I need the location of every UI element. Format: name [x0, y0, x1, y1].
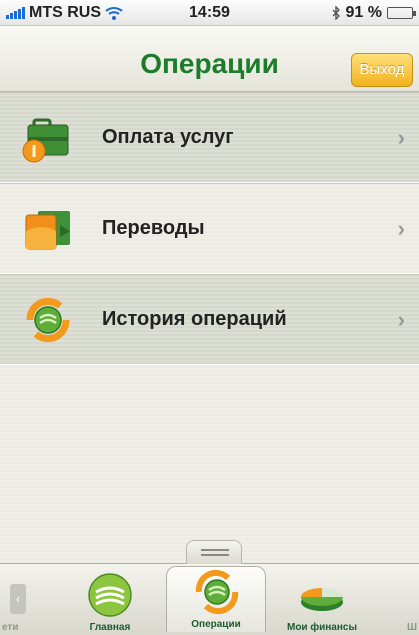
battery-percent: 91 %: [345, 4, 382, 21]
list-item-transfers[interactable]: Переводы ›: [0, 183, 419, 274]
tab-home[interactable]: Главная: [60, 570, 160, 635]
list-item-history[interactable]: История операций ›: [0, 274, 419, 365]
tab-my-finances[interactable]: Мои финансы: [272, 570, 372, 635]
tab-label: Главная: [89, 622, 131, 633]
list-item-label: Оплата услуг: [102, 126, 234, 148]
operations-list: Оплата услуг › Переводы › История операц…: [0, 92, 419, 365]
list-item-label: Переводы: [102, 217, 205, 239]
tab-operations[interactable]: Операции: [166, 566, 266, 632]
briefcase-icon: [22, 118, 69, 163]
tab-bar: ‹ ети Главная Операции Мои финансы Ш: [0, 563, 419, 635]
bluetooth-icon: [332, 6, 340, 20]
operations-cycle-icon: [195, 569, 239, 615]
tab-partial-right-label: Ш: [406, 622, 417, 633]
tab-partial-left-label: ети: [2, 622, 19, 633]
tabbar-drag-handle[interactable]: [186, 540, 242, 564]
chevron-right-icon: ›: [397, 306, 405, 332]
list-item-label: История операций: [102, 308, 287, 330]
chevron-right-icon: ›: [397, 124, 405, 150]
scroll-left-icon[interactable]: ‹: [10, 584, 26, 614]
battery-icon: [387, 7, 416, 19]
status-right: 91 %: [331, 4, 416, 22]
folder-transfer-icon: [25, 211, 70, 250]
tab-label: Мои финансы: [286, 622, 357, 633]
pie-chart-icon: [301, 588, 343, 611]
exit-button[interactable]: Выход: [351, 53, 413, 87]
sberbank-logo-icon: [88, 573, 132, 617]
empty-area: [0, 368, 419, 568]
history-cycle-icon: [26, 297, 70, 343]
status-bar: MTS RUS 14:59 91 %: [0, 0, 419, 26]
tab-label: Операции: [191, 619, 241, 630]
list-item-payments[interactable]: Оплата услуг ›: [0, 92, 419, 183]
chevron-right-icon: ›: [397, 215, 405, 241]
navigation-bar: Операции Выход: [0, 26, 419, 92]
